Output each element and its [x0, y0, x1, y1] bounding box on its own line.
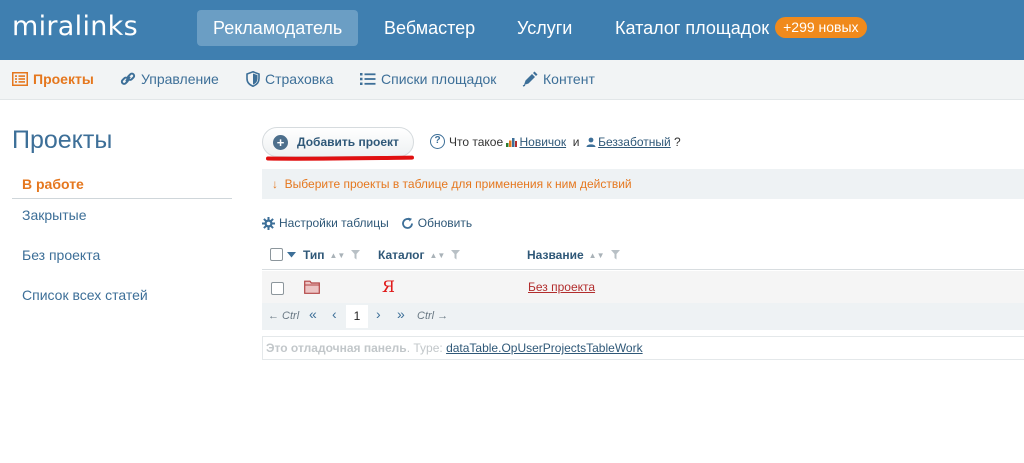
debug-panel: Это отладочная панель. Type: dataTable.O…: [262, 336, 1024, 360]
column-type-label: Тип: [303, 248, 325, 262]
folder-icon: [304, 280, 320, 294]
subnav-management-label: Управление: [141, 71, 219, 87]
subnav-insurance-label: Страховка: [265, 71, 334, 87]
add-project-button[interactable]: + Добавить проект: [262, 127, 414, 157]
question-icon[interactable]: ?: [430, 134, 445, 149]
last-page-button[interactable]: »: [397, 306, 405, 322]
refresh-button[interactable]: Обновить: [401, 216, 472, 230]
column-name[interactable]: Название ▲▼: [527, 248, 620, 262]
whatis-conj: и: [572, 134, 580, 149]
selection-hint-bar: ↓ Выберите проекты в таблице для примене…: [262, 169, 1024, 199]
link-icon: [120, 72, 136, 85]
topnav-services[interactable]: Услуги: [501, 10, 588, 46]
refresh-label: Обновить: [417, 216, 473, 230]
column-name-label: Название: [527, 248, 584, 262]
selection-hint-text: Выберите проекты в таблице для применени…: [284, 177, 632, 191]
filter-icon[interactable]: [451, 250, 461, 260]
subnav-site-lists[interactable]: Списки площадок: [360, 71, 496, 87]
column-type[interactable]: Тип ▲▼: [303, 248, 361, 262]
logo[interactable]: miralinks: [12, 11, 138, 42]
filter-icon[interactable]: [610, 250, 620, 260]
table-row[interactable]: Я Без проекта: [262, 271, 1024, 303]
add-project-label: Добавить проект: [297, 135, 399, 149]
row-checkbox[interactable]: [271, 282, 284, 295]
down-arrow-icon: ↓: [272, 177, 278, 191]
subnav-site-lists-label: Списки площадок: [381, 71, 497, 87]
sidebar-item-closed[interactable]: Закрытые: [22, 207, 86, 223]
subnav-projects[interactable]: Проекты: [12, 71, 94, 87]
new-count-badge: +299 новых: [775, 17, 867, 38]
yandex-icon: Я: [382, 277, 395, 296]
pen-icon: [522, 71, 538, 87]
page-number-current[interactable]: 1: [346, 305, 368, 328]
topnav-catalog[interactable]: Каталог площадок +299 новых: [599, 10, 883, 46]
bar-chart-icon: [506, 137, 518, 147]
shield-icon: [246, 71, 260, 87]
subnav-content[interactable]: Контент: [522, 71, 595, 87]
sidebar-divider: [12, 198, 232, 199]
sidebar-item-all-articles[interactable]: Список всех статей: [22, 287, 148, 303]
tariff-info: ? Что такое Новичок и Беззаботный ?: [430, 134, 681, 149]
debug-label: Это отладочная панель: [266, 341, 407, 355]
topnav-webmaster[interactable]: Вебмастер: [368, 10, 491, 46]
subnav-content-label: Контент: [543, 71, 595, 87]
prev-page-button[interactable]: ‹: [332, 306, 337, 322]
refresh-icon: [401, 217, 413, 229]
sort-icon[interactable]: ▲▼: [430, 251, 446, 260]
gear-icon: [262, 216, 275, 230]
sidebar-item-in-work[interactable]: В работе: [22, 176, 84, 192]
pager-next-hint: Ctrl →: [417, 310, 449, 322]
debug-type-label: . Type:: [406, 341, 443, 355]
column-catalog[interactable]: Каталог ▲▼: [378, 248, 461, 262]
carefree-link[interactable]: Беззаботный: [598, 135, 671, 149]
select-all-control[interactable]: [270, 248, 296, 261]
top-navbar: miralinks Рекламодатель Вебмастер Услуги…: [0, 0, 1024, 60]
sort-icon[interactable]: ▲▼: [589, 251, 605, 260]
pagination: ← Ctrl « ‹ 1 › » Ctrl →: [262, 303, 1024, 330]
first-page-button[interactable]: «: [309, 306, 317, 322]
sub-navbar: Проекты Управление Страховка Списки площ…: [0, 60, 1024, 100]
table-settings-button[interactable]: Настройки таблицы: [262, 216, 389, 230]
column-catalog-label: Каталог: [378, 248, 425, 262]
user-icon: [586, 137, 596, 147]
page-title: Проекты: [12, 126, 113, 154]
whatis-prefix: Что такое: [449, 134, 504, 149]
subnav-projects-label: Проекты: [33, 71, 94, 87]
newbie-link[interactable]: Новичок: [519, 135, 566, 149]
sidebar-item-no-project[interactable]: Без проекта: [22, 247, 100, 263]
next-page-button[interactable]: ›: [376, 306, 381, 322]
plus-icon: +: [273, 134, 288, 150]
subnav-management[interactable]: Управление: [120, 71, 219, 87]
table-header: Тип ▲▼ Каталог ▲▼ Название ▲▼: [262, 240, 1024, 270]
table-settings-label: Настройки таблицы: [279, 216, 389, 230]
sort-icon[interactable]: ▲▼: [330, 251, 346, 260]
list-icon: [12, 72, 28, 86]
topnav-catalog-label: Каталог площадок: [615, 18, 770, 38]
project-name-link[interactable]: Без проекта: [528, 280, 595, 294]
debug-type-link[interactable]: dataTable.OpUserProjectsTableWork: [446, 341, 643, 355]
whatis-suffix: ?: [674, 134, 681, 149]
topnav-advertiser[interactable]: Рекламодатель: [197, 10, 359, 46]
chevron-down-icon[interactable]: [287, 251, 296, 258]
table-tools: Настройки таблицы Обновить: [262, 216, 484, 230]
pager-prev-hint: ← Ctrl: [268, 310, 300, 322]
select-all-checkbox[interactable]: [270, 248, 283, 261]
bullet-list-icon: [360, 73, 376, 85]
red-underline-mark: [266, 155, 414, 161]
subnav-insurance[interactable]: Страховка: [246, 71, 333, 87]
filter-icon[interactable]: [351, 250, 361, 260]
